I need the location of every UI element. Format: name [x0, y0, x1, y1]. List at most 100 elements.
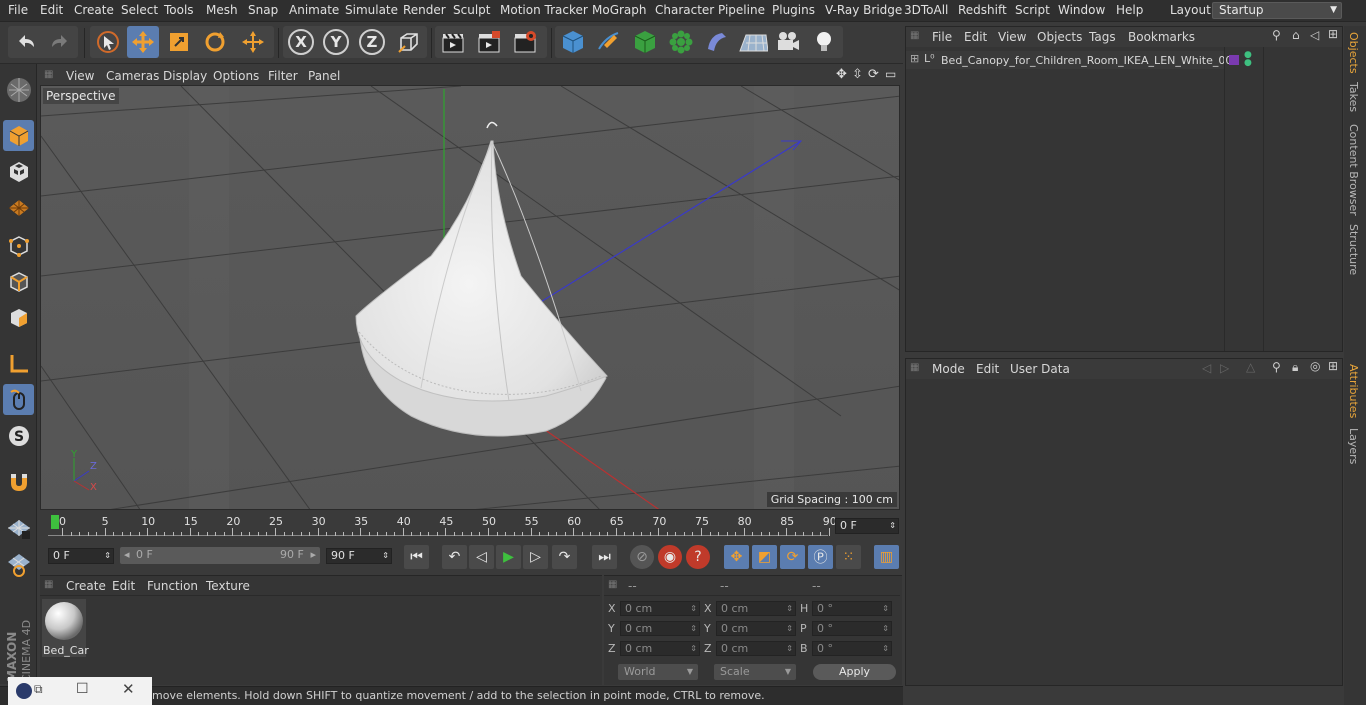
viewport-menu-filter[interactable]: Filter	[268, 69, 298, 83]
layout-select[interactable]: Startup ▼	[1212, 2, 1342, 19]
maximize-icon[interactable]: ☐	[76, 681, 89, 697]
move-tool-button[interactable]	[127, 26, 159, 58]
viewport-menu-panel[interactable]: Panel	[308, 69, 340, 83]
x-axis-lock-button[interactable]: X	[285, 26, 317, 58]
tab-attributes[interactable]: Attributes	[1347, 364, 1360, 418]
undo-button[interactable]	[10, 26, 42, 58]
render-settings-button[interactable]	[509, 26, 541, 58]
material-menu-function[interactable]: Function	[147, 579, 198, 593]
object-row[interactable]: ⊞ L⁰ Bed_Canopy_for_Children_Room_IKEA_L…	[906, 51, 1239, 69]
keyframe-selection-button[interactable]: ?	[686, 545, 710, 569]
go-to-start-button[interactable]: ⏮	[404, 545, 429, 569]
next-keyframe-button[interactable]: ↷	[552, 545, 577, 569]
redo-button[interactable]	[44, 26, 76, 58]
visibility-dots-icon[interactable]: ● ●	[1244, 51, 1252, 68]
viewport-menu-view[interactable]: View	[66, 69, 94, 83]
viewport-menu-display[interactable]: Display	[163, 69, 207, 83]
snap-enable-button[interactable]	[3, 466, 34, 497]
apply-button[interactable]: Apply	[813, 664, 896, 680]
coord-value-field[interactable]: 0 cm ⇕	[716, 621, 796, 636]
layer-color-tag[interactable]	[1229, 55, 1239, 65]
parameter-key-button[interactable]: Ⓟ	[808, 545, 833, 569]
axis-mode-button[interactable]	[3, 348, 34, 379]
menu-help[interactable]: Help	[1116, 3, 1143, 17]
autokeying-button[interactable]: ◉	[658, 545, 682, 569]
make-editable-button[interactable]	[3, 74, 34, 105]
coord-value-field[interactable]: 0 cm ⇕	[620, 641, 700, 656]
coord-value-field[interactable]: 0 cm ⇕	[716, 641, 796, 656]
tweak-mode-button[interactable]	[3, 384, 34, 415]
menu-script[interactable]: Script	[1015, 3, 1050, 17]
menu-mesh[interactable]: Mesh	[206, 3, 238, 17]
coord-value-field[interactable]: 0 ° ⇕	[812, 601, 892, 616]
z-axis-lock-button[interactable]: Z	[356, 26, 388, 58]
back-icon[interactable]: ◁	[1310, 28, 1319, 42]
restore-icon[interactable]: ⧉	[34, 682, 43, 697]
coordinate-system-button[interactable]	[393, 26, 425, 58]
camera-button[interactable]	[772, 26, 804, 58]
expand-icon[interactable]: ⊞	[910, 52, 919, 65]
light-button[interactable]	[808, 26, 840, 58]
menu-motion-tracker[interactable]: Motion Tracker	[500, 3, 588, 17]
material-menu-edit[interactable]: Edit	[112, 579, 135, 593]
menu-vray-bridge[interactable]: V-Ray Bridge	[825, 3, 902, 17]
previous-frame-button[interactable]: ◁	[469, 545, 494, 569]
object-menu-tags[interactable]: Tags	[1089, 30, 1116, 44]
coord-size-dropdown[interactable]: Scale ▼	[714, 664, 796, 680]
points-mode-button[interactable]	[3, 230, 34, 261]
menu-render[interactable]: Render	[403, 3, 446, 17]
record-active-objects-button[interactable]: ⊘	[630, 545, 654, 569]
menu-redshift[interactable]: Redshift	[958, 3, 1007, 17]
scale-tool-button[interactable]	[163, 26, 195, 58]
menu-edit[interactable]: Edit	[40, 3, 63, 17]
live-selection-button[interactable]	[92, 26, 124, 58]
new-panel-icon[interactable]: ⊞	[1328, 359, 1338, 373]
object-menu-view[interactable]: View	[998, 30, 1026, 44]
menu-character[interactable]: Character	[655, 3, 714, 17]
home-icon[interactable]: ⌂	[1292, 28, 1300, 42]
transform-tool-button[interactable]	[237, 26, 269, 58]
material-menu-texture[interactable]: Texture	[206, 579, 250, 593]
rotation-key-button[interactable]: ⟳	[780, 545, 805, 569]
viewport-menu-cameras[interactable]: Cameras	[106, 69, 159, 83]
menu-simulate[interactable]: Simulate	[345, 3, 398, 17]
attr-menu-user-data[interactable]: User Data	[1010, 362, 1070, 376]
playhead-marker[interactable]	[51, 515, 59, 529]
floor-button[interactable]	[736, 26, 770, 58]
end-frame-field[interactable]: 90 F ⇕	[326, 548, 392, 564]
tab-takes[interactable]: Takes	[1347, 82, 1360, 112]
viewport-menu-options[interactable]: Options	[213, 69, 259, 83]
menu-sculpt[interactable]: Sculpt	[453, 3, 490, 17]
y-axis-lock-button[interactable]: Y	[320, 26, 352, 58]
arrow-left-icon[interactable]: ◁	[1202, 361, 1211, 375]
texture-mode-button[interactable]	[3, 156, 34, 187]
model-mode-button[interactable]	[3, 120, 34, 151]
object-menu-file[interactable]: File	[932, 30, 952, 44]
tab-content-browser[interactable]: Content Browser	[1347, 124, 1360, 216]
coord-value-field[interactable]: 0 ° ⇕	[812, 641, 892, 656]
coord-value-field[interactable]: 0 cm ⇕	[620, 621, 700, 636]
pen-spline-button[interactable]	[593, 26, 625, 58]
cloner-button[interactable]	[665, 26, 697, 58]
timeline-ruler[interactable]: 0 5 10 15 20 25 30 35 40 45 50 55 60 65 70 75 80 85 90 0 F…	[40, 512, 902, 542]
go-to-end-button[interactable]: ⏭	[592, 545, 617, 569]
subdivision-button[interactable]	[629, 26, 661, 58]
previous-keyframe-button[interactable]: ↶	[442, 545, 467, 569]
tab-layers[interactable]: Layers	[1347, 428, 1360, 464]
play-button[interactable]: ▶	[496, 545, 521, 569]
edges-mode-button[interactable]	[3, 266, 34, 297]
point-level-key-button[interactable]: ⁙	[836, 545, 861, 569]
zoom-view-icon[interactable]: ⇳	[852, 67, 863, 82]
coord-space-dropdown[interactable]: World ▼	[618, 664, 698, 680]
menu-select[interactable]: Select	[121, 3, 158, 17]
workplane-lock-button[interactable]	[3, 512, 34, 543]
cube-object-button[interactable]	[557, 26, 589, 58]
scale-key-button[interactable]: ◩	[752, 545, 777, 569]
next-frame-button[interactable]: ▷	[523, 545, 548, 569]
workplane-mode-button[interactable]	[3, 192, 34, 223]
search-icon[interactable]: ⚲	[1272, 28, 1281, 42]
render-to-picture-viewer-button[interactable]	[473, 26, 505, 58]
coord-value-field[interactable]: 0 cm ⇕	[620, 601, 700, 616]
object-menu-edit[interactable]: Edit	[964, 30, 987, 44]
attr-menu-edit[interactable]: Edit	[976, 362, 999, 376]
